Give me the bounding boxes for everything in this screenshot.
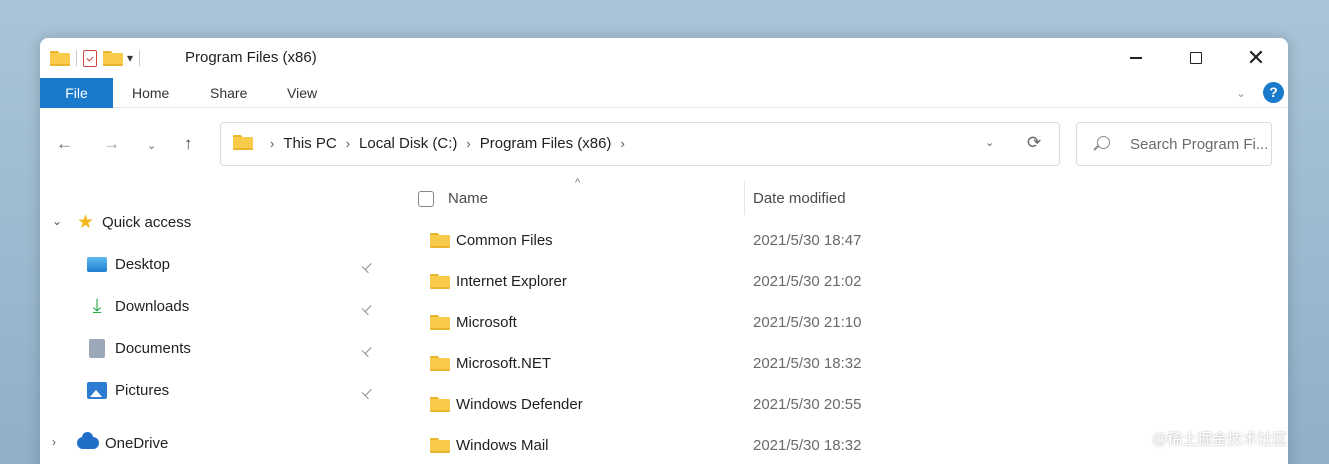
close-button[interactable]: ✕ bbox=[1226, 38, 1286, 78]
table-row[interactable]: Windows Mail 2021/5/30 18:32 bbox=[400, 426, 960, 464]
sort-ascending-icon: ^ bbox=[575, 177, 581, 189]
column-header-name[interactable]: Name bbox=[448, 190, 488, 207]
table-row[interactable]: Common Files 2021/5/30 18:47 bbox=[400, 221, 960, 259]
search-placeholder: Search Program Fi... bbox=[1130, 136, 1269, 153]
sidebar-item-label: Desktop bbox=[115, 255, 171, 273]
sidebar-item-downloads[interactable]: ⤓ Downloads bbox=[87, 291, 190, 321]
folder-icon bbox=[430, 315, 450, 330]
file-date: 2021/5/30 21:10 bbox=[753, 314, 862, 331]
file-name: Windows Mail bbox=[456, 437, 549, 454]
folder-icon bbox=[430, 233, 450, 248]
breadcrumb-separator-icon[interactable]: › bbox=[466, 136, 470, 151]
pictures-icon bbox=[87, 381, 107, 399]
search-icon bbox=[1097, 136, 1110, 149]
refresh-icon[interactable]: ⟳ bbox=[1027, 133, 1041, 153]
downloads-icon: ⤓ bbox=[92, 294, 102, 317]
file-date: 2021/5/30 18:32 bbox=[753, 355, 862, 372]
table-row[interactable]: Microsoft.NET 2021/5/30 18:32 bbox=[400, 344, 960, 382]
table-row[interactable]: Internet Explorer 2021/5/30 21:02 bbox=[400, 262, 960, 300]
sidebar-item-label: Downloads bbox=[115, 297, 190, 315]
breadcrumb: › This PC › Local Disk (C:) › Program Fi… bbox=[261, 135, 634, 152]
toolbar-separator bbox=[139, 50, 141, 66]
navigation-pane: ⌄ ★ Quick access Desktop ⊥ ⤓ Downloads ⊥… bbox=[40, 179, 400, 464]
desktop-icon bbox=[87, 256, 107, 272]
file-list: ^ Name Date modified Common Files 2021/5… bbox=[400, 177, 1288, 464]
maximize-icon bbox=[1190, 52, 1202, 64]
properties-icon[interactable] bbox=[83, 49, 97, 67]
table-row[interactable]: Windows Defender 2021/5/30 20:55 bbox=[400, 385, 960, 423]
file-date: 2021/5/30 18:32 bbox=[753, 437, 862, 454]
sidebar-item-label: Pictures bbox=[115, 381, 170, 399]
sidebar-item-desktop[interactable]: Desktop bbox=[87, 249, 170, 279]
tab-share[interactable]: Share bbox=[210, 78, 247, 108]
cloud-icon bbox=[77, 432, 99, 449]
ribbon-tabs: File Home Share View ⌄ ? bbox=[40, 78, 1288, 108]
title-bar: ▾ Program Files (x86) ✕ bbox=[40, 38, 1288, 78]
column-divider[interactable] bbox=[744, 181, 745, 215]
up-arrow-icon[interactable]: ↑ bbox=[184, 134, 193, 154]
breadcrumb-separator-icon[interactable]: › bbox=[346, 136, 350, 151]
tab-file[interactable]: File bbox=[40, 78, 113, 108]
quick-access-toolbar: ▾ bbox=[50, 48, 141, 68]
tab-home[interactable]: Home bbox=[132, 78, 169, 108]
minimize-icon bbox=[1130, 57, 1142, 59]
breadcrumb-this-pc[interactable]: This PC bbox=[283, 135, 336, 152]
recent-locations-chevron-icon[interactable]: ⌄ bbox=[147, 139, 156, 152]
pin-icon[interactable]: ⊥ bbox=[358, 341, 378, 360]
maximize-button[interactable] bbox=[1166, 38, 1226, 78]
folder-icon bbox=[430, 274, 450, 289]
navigation-bar: ← → ⌄ ↑ › This PC › Local Disk (C:) › Pr… bbox=[40, 109, 1288, 179]
star-icon: ★ bbox=[77, 211, 95, 233]
expand-ribbon-chevron-icon[interactable]: ⌄ bbox=[1236, 86, 1246, 100]
help-icon[interactable]: ? bbox=[1263, 82, 1284, 103]
forward-arrow-icon[interactable]: → bbox=[103, 134, 120, 154]
breadcrumb-program-files[interactable]: Program Files (x86) bbox=[480, 135, 612, 152]
folder-icon bbox=[430, 356, 450, 371]
back-arrow-icon[interactable]: ← bbox=[56, 134, 73, 154]
close-icon: ✕ bbox=[1246, 45, 1266, 70]
address-dropdown-chevron-icon[interactable]: ⌄ bbox=[985, 136, 994, 149]
breadcrumb-local-disk[interactable]: Local Disk (C:) bbox=[359, 135, 457, 152]
folder-icon bbox=[430, 438, 450, 453]
chevron-right-icon[interactable]: › bbox=[52, 435, 56, 449]
sidebar-item-label: Quick access bbox=[102, 213, 192, 231]
folder-icon bbox=[233, 135, 253, 150]
breadcrumb-separator-icon[interactable]: › bbox=[270, 136, 274, 151]
breadcrumb-separator-icon[interactable]: › bbox=[620, 136, 624, 151]
sidebar-item-onedrive[interactable]: OneDrive bbox=[77, 428, 168, 458]
sidebar-item-documents[interactable]: Documents bbox=[87, 333, 191, 363]
sidebar-item-quick-access[interactable]: ★ Quick access bbox=[77, 207, 191, 237]
toolbar-separator bbox=[76, 50, 77, 66]
file-date: 2021/5/30 21:02 bbox=[753, 273, 862, 290]
file-name: Microsoft.NET bbox=[456, 355, 552, 372]
watermark-text: @稀土掘金技术社区 bbox=[1152, 431, 1288, 448]
pin-icon[interactable]: ⊥ bbox=[358, 257, 378, 276]
select-all-checkbox[interactable] bbox=[418, 191, 434, 207]
search-input[interactable]: Search Program Fi... bbox=[1076, 122, 1272, 166]
address-bar[interactable]: › This PC › Local Disk (C:) › Program Fi… bbox=[220, 122, 1060, 166]
minimize-button[interactable] bbox=[1106, 38, 1166, 78]
file-date: 2021/5/30 18:47 bbox=[753, 232, 862, 249]
file-name: Microsoft bbox=[456, 314, 517, 331]
table-row[interactable]: Microsoft 2021/5/30 21:10 bbox=[400, 303, 960, 341]
file-name: Internet Explorer bbox=[456, 273, 567, 290]
sidebar-item-label: Documents bbox=[115, 339, 191, 357]
chevron-down-icon[interactable]: ⌄ bbox=[52, 214, 62, 228]
file-date: 2021/5/30 20:55 bbox=[753, 396, 862, 413]
window-title: Program Files (x86) bbox=[185, 49, 317, 66]
column-header-date-modified[interactable]: Date modified bbox=[753, 190, 846, 207]
tab-view[interactable]: View bbox=[287, 78, 317, 108]
file-explorer-window: ▾ Program Files (x86) ✕ File Home Share … bbox=[40, 38, 1288, 464]
documents-icon bbox=[89, 338, 105, 358]
new-folder-icon[interactable] bbox=[103, 50, 123, 66]
sidebar-item-label: OneDrive bbox=[105, 434, 169, 452]
sidebar-item-pictures[interactable]: Pictures bbox=[87, 375, 169, 405]
file-name: Windows Defender bbox=[456, 396, 583, 413]
pin-icon[interactable]: ⊥ bbox=[358, 383, 378, 402]
pin-icon[interactable]: ⊥ bbox=[358, 299, 378, 318]
folder-icon bbox=[430, 397, 450, 412]
customize-toolbar-chevron-icon[interactable]: ▾ bbox=[127, 51, 133, 65]
folder-icon[interactable] bbox=[50, 50, 70, 66]
file-name: Common Files bbox=[456, 232, 553, 249]
